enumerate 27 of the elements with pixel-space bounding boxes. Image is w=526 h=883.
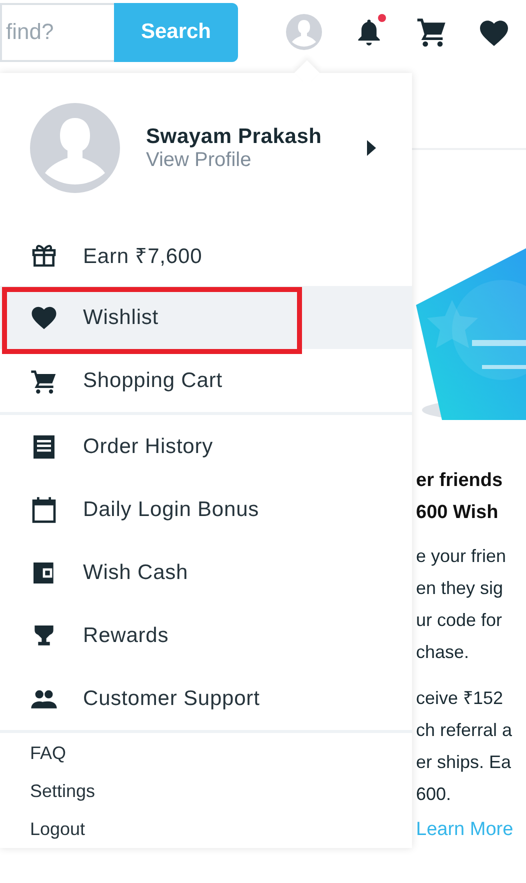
body-text: 600. [416, 784, 452, 805]
body-text: ceive ₹152 [416, 687, 504, 709]
menu-item[interactable]: Earn ₹7,600 [0, 223, 412, 286]
menu-item[interactable]: Wish Cash [0, 541, 412, 604]
avatar-icon [30, 103, 120, 193]
profile-name: Swayam Prakash [146, 124, 322, 148]
heading-text: 600 Wish [416, 502, 500, 524]
body-text: er ships. Ea [416, 752, 512, 773]
footer-link[interactable]: FAQ [30, 743, 66, 764]
bell-icon[interactable] [356, 18, 382, 46]
heading-text: er friends [416, 470, 504, 492]
body-text: en they sig [416, 578, 504, 599]
menu-item[interactable]: Customer Support [0, 667, 412, 730]
footer-link[interactable]: Settings [30, 781, 96, 802]
calendar-icon [30, 496, 58, 524]
body-text: ch referral a [416, 720, 514, 741]
body-text: ur code for [416, 610, 504, 631]
caret-icon[interactable] [367, 140, 376, 156]
menu-item[interactable]: Order History [0, 415, 412, 478]
menu-item[interactable]: Shopping Cart [0, 349, 412, 412]
footer-link[interactable]: Logout [30, 819, 86, 840]
search-field[interactable]: find? [0, 2, 114, 62]
body-text: e your frien [416, 546, 508, 567]
menu-item[interactable]: Rewards [0, 604, 412, 667]
cart-icon[interactable] [416, 16, 448, 48]
body-text: chase. [416, 642, 470, 663]
menu-item[interactable]: Daily Login Bonus [0, 478, 412, 541]
